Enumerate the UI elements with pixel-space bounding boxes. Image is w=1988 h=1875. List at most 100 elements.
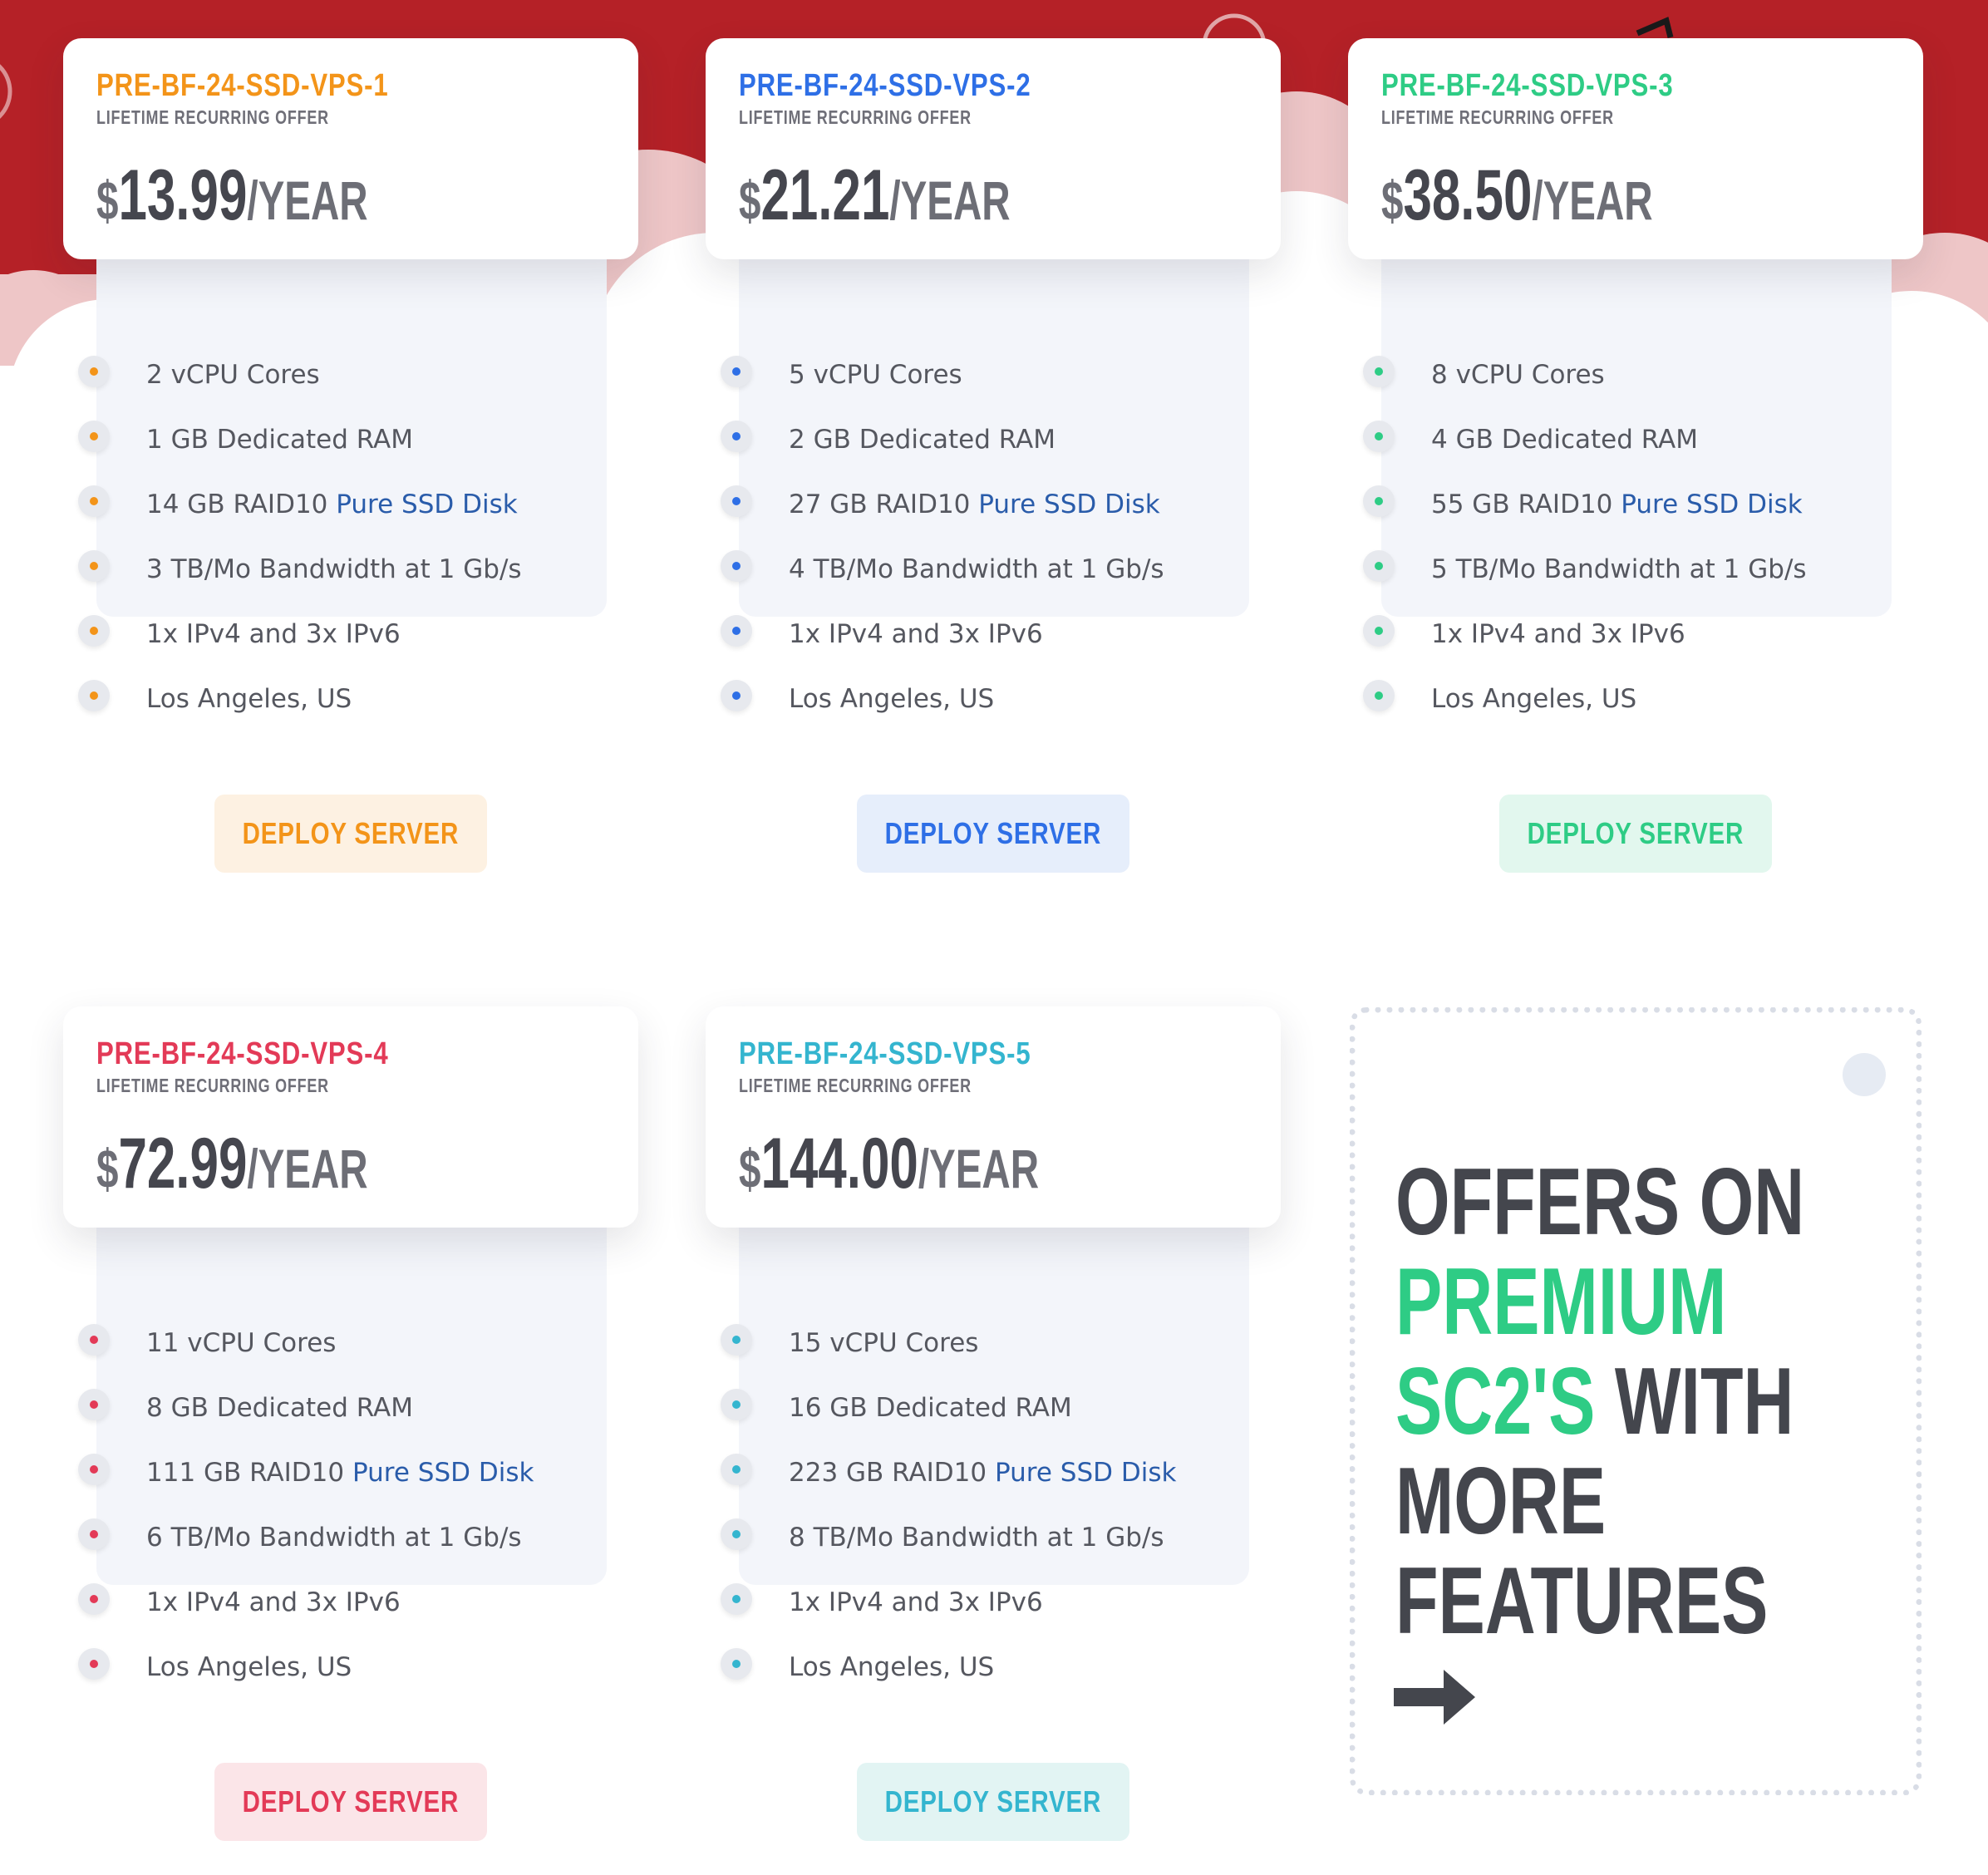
deploy-server-button[interactable]: DEPLOY SERVER [1499,795,1772,873]
bullet-icon [721,1583,752,1615]
feature-ram: 8 GB Dedicated RAM [146,1393,413,1423]
plan-name: PRE-BF-24-SSD-VPS-5 [739,1036,1031,1071]
promo-line-4: MORE [1395,1449,1607,1554]
feature-cpu: 11 vCPU Cores [146,1328,337,1358]
bullet-icon [78,1648,110,1680]
bullet-icon [721,1518,752,1550]
price-amount: 144.00 [760,1124,918,1203]
plan-subtitle: LIFETIME RECURRING OFFER [96,106,329,128]
bullet-icon [78,680,110,711]
price-currency: $ [96,1138,119,1199]
feature-ips: 1x IPv4 and 3x IPv6 [146,619,401,649]
plan-features-panel: 11 vCPU Cores 8 GB Dedicated RAM 111 GB … [78,1206,607,1681]
bullet-icon [78,1389,110,1420]
promo-line-1: OFFERS ON [1395,1149,1805,1255]
feature-ips: 1x IPv4 and 3x IPv6 [1431,619,1685,649]
bullet-icon [1363,356,1395,387]
deploy-server-label: DEPLOY SERVER [242,816,460,850]
plan-header: PRE-BF-24-SSD-VPS-1 LIFETIME RECURRING O… [63,38,638,259]
price-period: /YEAR [918,1138,1040,1199]
feature-ips: 1x IPv4 and 3x IPv6 [146,1587,401,1617]
plan-header: PRE-BF-24-SSD-VPS-4 LIFETIME RECURRING O… [63,1006,638,1228]
deploy-server-button[interactable]: DEPLOY SERVER [214,1763,487,1841]
feature-location: Los Angeles, US [146,684,352,714]
promo-line-2: PREMIUM [1395,1249,1727,1355]
bullet-icon [78,550,110,582]
price-period: /YEAR [1532,170,1653,231]
plan-price: $13.99/YEAR [96,155,368,237]
price-currency: $ [739,1138,761,1199]
feature-bandwidth: 4 TB/Mo Bandwidth at 1 Gb/s [789,554,1164,584]
bullet-icon [78,615,110,647]
plan-subtitle: LIFETIME RECURRING OFFER [739,106,972,128]
feature-location: Los Angeles, US [789,1652,995,1682]
price-period: /YEAR [889,170,1011,231]
pure-ssd-disk-link[interactable]: Pure SSD Disk [995,1458,1176,1488]
feature-ram: 2 GB Dedicated RAM [789,425,1056,455]
plan-name: PRE-BF-24-SSD-VPS-2 [739,68,1031,103]
feature-location: Los Angeles, US [789,684,995,714]
promo-headline: OFFERS ON PREMIUM SC2'S WITH MORE FEATUR… [1395,1149,1805,1651]
plan-price: $38.50/YEAR [1381,155,1653,237]
price-amount: 13.99 [118,155,248,235]
feature-ram: 16 GB Dedicated RAM [789,1393,1072,1423]
bullet-icon [1363,485,1395,517]
bullet-icon [721,1389,752,1420]
plan-features-panel: 5 vCPU Cores 2 GB Dedicated RAM 27 GB RA… [721,238,1249,712]
pure-ssd-disk-link[interactable]: Pure SSD Disk [352,1458,534,1488]
deploy-server-label: DEPLOY SERVER [884,1784,1102,1818]
feature-disk: 111 GB RAID10 Pure SSD Disk [146,1460,534,1486]
premium-offers-promo[interactable]: OFFERS ON PREMIUM SC2'S WITH MORE FEATUR… [1350,1007,1922,1795]
arrow-right-icon[interactable] [1394,1668,1477,1726]
price-amount: 38.50 [1403,155,1533,235]
deploy-server-button[interactable]: DEPLOY SERVER [857,795,1129,873]
bullet-icon [721,615,752,647]
feature-cpu: 15 vCPU Cores [789,1328,979,1358]
feature-location: Los Angeles, US [146,1652,352,1682]
plan-subtitle: LIFETIME RECURRING OFFER [96,1075,329,1096]
price-amount: 21.21 [760,155,890,235]
pure-ssd-disk-link[interactable]: Pure SSD Disk [1621,490,1802,519]
plan-name: PRE-BF-24-SSD-VPS-1 [96,68,389,103]
plan-header: PRE-BF-24-SSD-VPS-3 LIFETIME RECURRING O… [1348,38,1923,259]
disk-size: 27 GB RAID10 [789,490,971,519]
feature-disk: 14 GB RAID10 Pure SSD Disk [146,492,518,518]
plan-name: PRE-BF-24-SSD-VPS-3 [1381,68,1674,103]
bullet-icon [78,356,110,387]
bullet-icon [1363,680,1395,711]
feature-location: Los Angeles, US [1431,684,1637,714]
deploy-server-label: DEPLOY SERVER [884,816,1102,850]
price-currency: $ [739,170,761,231]
plan-name: PRE-BF-24-SSD-VPS-4 [96,1036,389,1071]
bullet-icon [721,1454,752,1485]
disk-size: 14 GB RAID10 [146,490,328,519]
promo-line-3-rest: WITH [1614,1349,1794,1454]
feature-disk: 27 GB RAID10 Pure SSD Disk [789,492,1160,518]
bullet-icon [78,1454,110,1485]
pure-ssd-disk-link[interactable]: Pure SSD Disk [336,490,517,519]
promo-line-3-highlight: SC2'S [1395,1349,1596,1454]
feature-ips: 1x IPv4 and 3x IPv6 [789,619,1043,649]
plan-subtitle: LIFETIME RECURRING OFFER [739,1075,972,1096]
price-currency: $ [1381,170,1404,231]
feature-bandwidth: 8 TB/Mo Bandwidth at 1 Gb/s [789,1523,1164,1553]
deploy-server-label: DEPLOY SERVER [1527,816,1744,850]
bullet-icon [721,1648,752,1680]
feature-bandwidth: 5 TB/Mo Bandwidth at 1 Gb/s [1431,554,1807,584]
disk-size: 55 GB RAID10 [1431,490,1613,519]
plan-price: $144.00/YEAR [739,1123,1039,1205]
bullet-icon [721,550,752,582]
disk-size: 111 GB RAID10 [146,1458,345,1488]
feature-ips: 1x IPv4 and 3x IPv6 [789,1587,1043,1617]
plan-features-panel: 2 vCPU Cores 1 GB Dedicated RAM 14 GB RA… [78,238,607,712]
feature-cpu: 5 vCPU Cores [789,360,962,390]
price-period: /YEAR [247,170,368,231]
bullet-icon [721,485,752,517]
deploy-server-button[interactable]: DEPLOY SERVER [214,795,487,873]
pure-ssd-disk-link[interactable]: Pure SSD Disk [978,490,1159,519]
deploy-server-button[interactable]: DEPLOY SERVER [857,1763,1129,1841]
feature-cpu: 8 vCPU Cores [1431,360,1605,390]
bullet-icon [721,1324,752,1356]
feature-bandwidth: 6 TB/Mo Bandwidth at 1 Gb/s [146,1523,522,1553]
feature-ram: 4 GB Dedicated RAM [1431,425,1698,455]
